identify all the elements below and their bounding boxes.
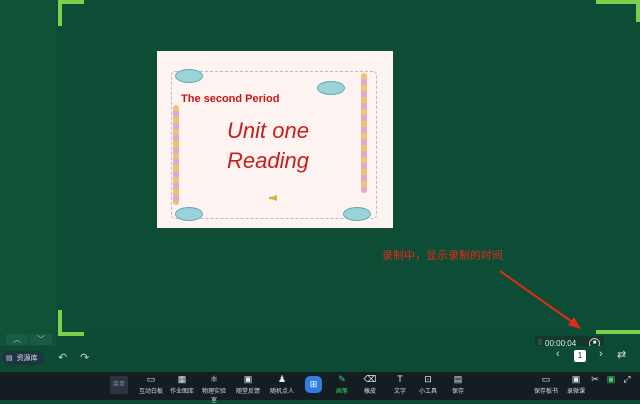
page-down-button[interactable]: ﹀ bbox=[30, 334, 52, 345]
folder-icon: ▤ bbox=[6, 355, 13, 362]
undo-button[interactable]: ↶ bbox=[58, 351, 67, 364]
page-up-button[interactable]: ︿ bbox=[6, 334, 28, 345]
tool-label: 橡皮 bbox=[363, 389, 376, 395]
tool-label: 保存 bbox=[451, 389, 464, 395]
resource-library-label: 资源库 bbox=[16, 355, 38, 362]
atom-icon: ⚛ bbox=[209, 374, 219, 384]
feedback-icon: ▣ bbox=[243, 374, 253, 384]
swap-icon: ⇄ bbox=[617, 349, 627, 361]
tool-interactive-whiteboard[interactable]: ▭ 互动白板 bbox=[137, 374, 165, 395]
scissors-icon: ✂ bbox=[591, 374, 599, 384]
fullscreen-icon: ⤢ bbox=[623, 374, 631, 384]
tool-pen[interactable]: ✎ 画笔 bbox=[328, 374, 356, 395]
chevron-left-icon: ‹ bbox=[556, 348, 560, 360]
chevron-down-icon: ﹀ bbox=[37, 335, 45, 344]
tool-record-lesson[interactable]: ▣ 录微课 bbox=[562, 374, 590, 395]
stop-circle-icon: ■ bbox=[592, 339, 597, 346]
tool-eraser[interactable]: ⌫ 橡皮 bbox=[356, 374, 384, 395]
tool-random-pick[interactable]: ♟ 随机点人 bbox=[268, 374, 296, 395]
menu-button[interactable]: 菜单 bbox=[110, 376, 128, 394]
redo-button[interactable]: ↷ bbox=[80, 351, 89, 364]
tool-label: 录微课 bbox=[566, 389, 585, 395]
redo-icon: ↷ bbox=[80, 352, 90, 364]
tool-label: 画笔 bbox=[335, 389, 348, 395]
tool-feedback[interactable]: ▣ 随堂反馈 bbox=[234, 374, 262, 395]
lower-control-bar bbox=[0, 346, 640, 372]
tool-text[interactable]: T 文字 bbox=[386, 374, 414, 395]
tool-label: 作业图库 bbox=[169, 389, 194, 395]
tool-gallery[interactable]: ▦ 作业图库 bbox=[168, 374, 196, 395]
tool-label: 物理实验室 bbox=[201, 389, 226, 404]
text-icon: T bbox=[397, 374, 403, 384]
save-board-icon: ▭ bbox=[541, 374, 551, 384]
tool-save[interactable]: ▤ 保存 bbox=[444, 374, 472, 395]
save-icon: ▤ bbox=[453, 374, 463, 384]
whiteboard-icon: ▭ bbox=[146, 374, 156, 384]
pen-icon: ✎ bbox=[338, 374, 346, 384]
chevron-up-icon: ︿ bbox=[13, 335, 21, 344]
tool-save-board[interactable]: ▭ 保存板书 bbox=[532, 374, 560, 395]
gallery-icon: ▦ bbox=[177, 374, 187, 384]
tool-label: 随堂反馈 bbox=[235, 389, 260, 395]
person-icon: ♟ bbox=[277, 374, 287, 384]
page-number[interactable]: 1 bbox=[574, 350, 586, 362]
fullscreen-button[interactable]: ⤢ bbox=[620, 374, 634, 386]
tool-label: 互动白板 bbox=[138, 389, 163, 395]
camera-icon: ▣ bbox=[606, 374, 616, 384]
prev-page-button[interactable]: ‹ bbox=[556, 348, 560, 360]
switch-view-button[interactable]: ⇄ bbox=[617, 348, 626, 361]
tool-label: 小工具 bbox=[418, 389, 437, 395]
scissors-button[interactable]: ✂ bbox=[588, 374, 602, 386]
record-icon: ▣ bbox=[571, 374, 581, 384]
tool-label: 随机点人 bbox=[269, 389, 294, 395]
chevron-right-icon: › bbox=[599, 348, 603, 360]
grid-icon: ⊞ bbox=[309, 379, 318, 389]
tool-label: 保存板书 bbox=[533, 389, 558, 395]
toolbox-icon: ⊡ bbox=[424, 374, 432, 384]
camera-button[interactable]: ▣ bbox=[604, 374, 618, 386]
tool-toolbox[interactable]: ⊡ 小工具 bbox=[414, 374, 442, 395]
menu-label: 菜单 bbox=[112, 382, 125, 388]
next-page-button[interactable]: › bbox=[599, 348, 603, 360]
apps-grid-button[interactable]: ⊞ bbox=[305, 376, 322, 393]
tool-label: 文字 bbox=[393, 389, 406, 395]
undo-icon: ↶ bbox=[58, 352, 68, 364]
resource-library-button[interactable]: ▤ 资源库 bbox=[2, 351, 44, 365]
eraser-icon: ⌫ bbox=[363, 374, 377, 384]
